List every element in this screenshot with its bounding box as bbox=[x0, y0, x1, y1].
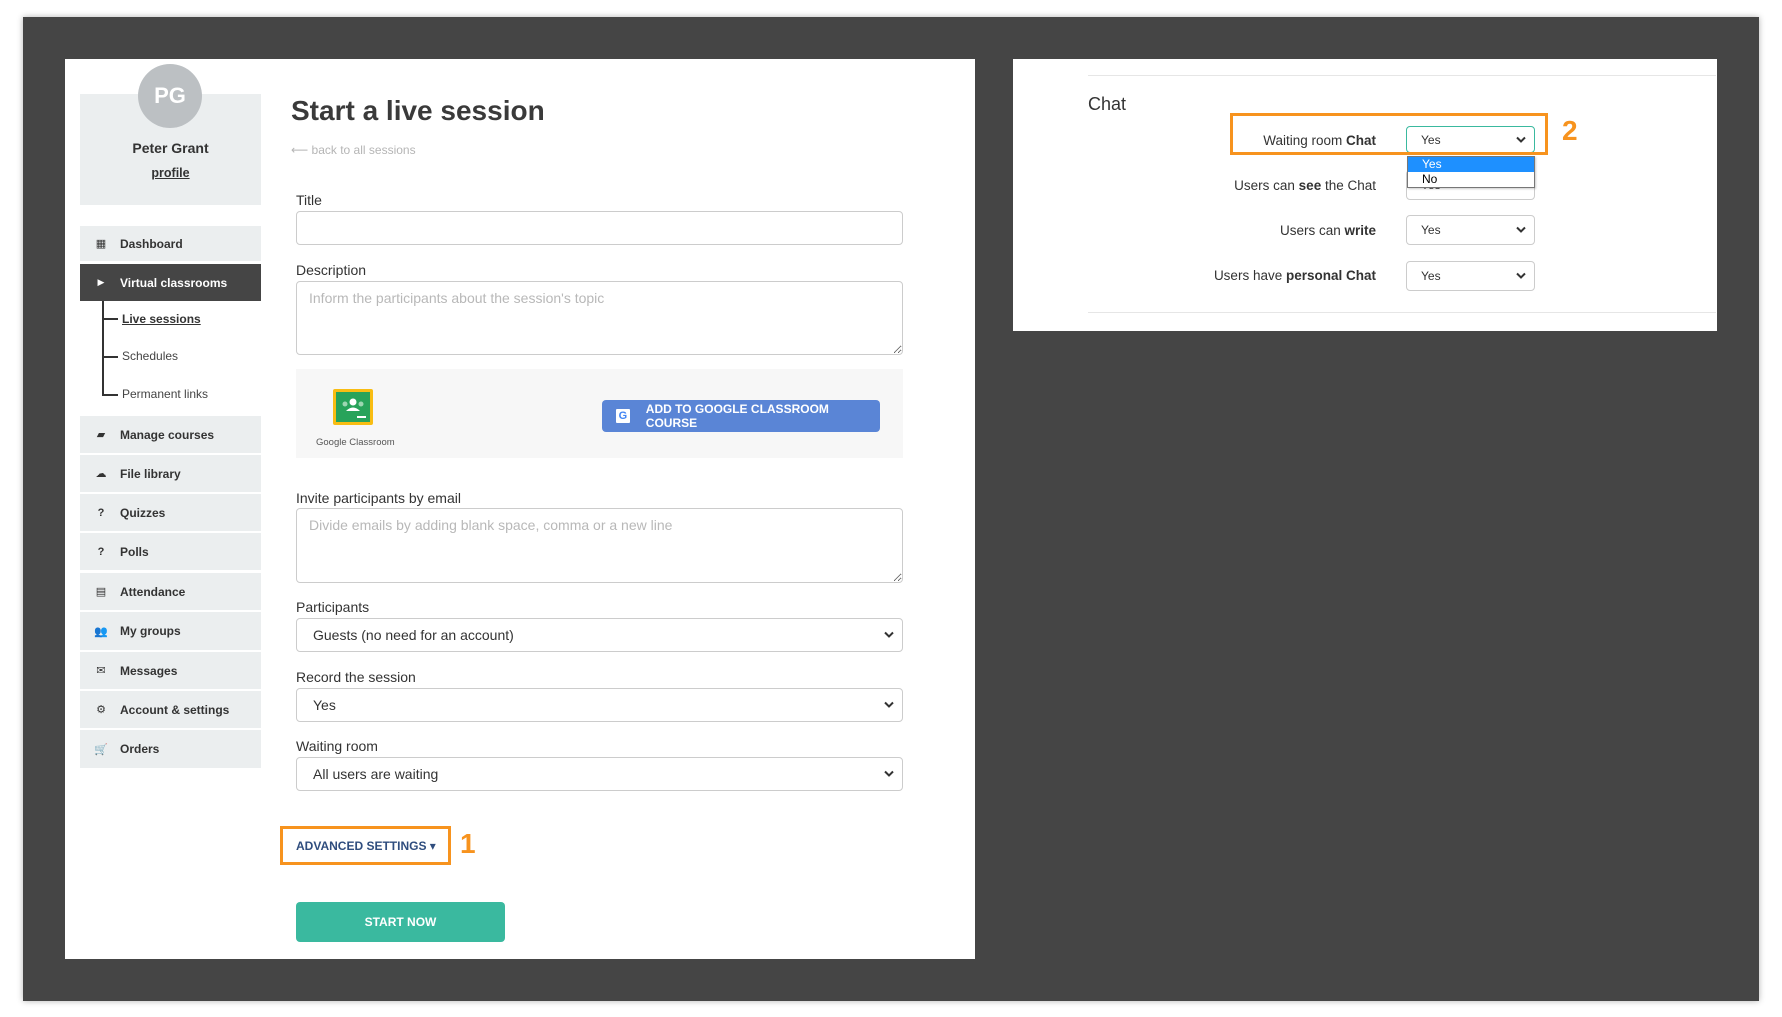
dropdown-option-no[interactable]: No bbox=[1408, 172, 1534, 187]
waiting-room-select[interactable]: All users are waiting bbox=[296, 757, 903, 791]
sidebar-item-dashboard[interactable]: ▦ Dashboard bbox=[80, 226, 261, 261]
sidebar-item-file-library[interactable]: ☁ File library bbox=[80, 455, 261, 492]
back-to-sessions-link[interactable]: ⟵ back to all sessions bbox=[291, 143, 416, 157]
google-classroom-box: Google Classroom G ADD TO GOOGLE CLASSRO… bbox=[296, 369, 903, 458]
sidebar-item-label: Messages bbox=[120, 663, 178, 678]
sidebar-item-label: Dashboard bbox=[120, 236, 183, 251]
divider bbox=[1088, 312, 1716, 313]
add-to-google-classroom-button[interactable]: G ADD TO GOOGLE CLASSROOM COURSE bbox=[602, 400, 880, 432]
waiting-room-chat-dropdown: Yes No bbox=[1407, 156, 1535, 188]
title-input[interactable] bbox=[296, 211, 903, 245]
sidebar-item-label: Orders bbox=[120, 742, 160, 756]
tree-branch bbox=[102, 356, 118, 358]
record-session-select[interactable]: Yes bbox=[296, 688, 903, 722]
user-name: Peter Grant bbox=[132, 140, 209, 156]
chat-section-heading: Chat bbox=[1088, 94, 1127, 114]
select-value: Yes bbox=[1421, 223, 1441, 237]
google-classroom-logo-icon bbox=[333, 389, 373, 425]
sidebar-item-polls[interactable]: ? Polls bbox=[80, 533, 261, 570]
sidebar-item-label: Polls bbox=[120, 544, 149, 559]
add-to-google-classroom-label: ADD TO GOOGLE CLASSROOM COURSE bbox=[645, 402, 829, 430]
tree-branch bbox=[102, 318, 118, 320]
personal-chat-select[interactable]: Yes bbox=[1406, 261, 1535, 291]
record-value: Yes bbox=[313, 697, 336, 713]
tree-line bbox=[102, 301, 104, 396]
record-label: Record the session bbox=[296, 669, 416, 685]
question-circle-icon: ? bbox=[97, 506, 105, 519]
start-now-button[interactable]: START NOW bbox=[296, 902, 505, 942]
tree-branch bbox=[102, 394, 118, 396]
sidebar-item-virtual-classrooms[interactable]: ▶ Virtual classrooms bbox=[80, 264, 261, 301]
sidebar-item-messages[interactable]: ✉ Messages bbox=[80, 652, 261, 689]
invite-emails-textarea[interactable] bbox=[296, 508, 903, 583]
divider bbox=[1088, 75, 1716, 76]
sidebar-item-attendance[interactable]: ▤ Attendance bbox=[80, 573, 261, 610]
google-classroom-label: Google Classroom bbox=[316, 437, 395, 448]
chevron-down-icon bbox=[1516, 226, 1526, 234]
participants-select[interactable]: Guests (no need for an account) bbox=[296, 618, 903, 652]
participants-value: Guests (no need for an account) bbox=[313, 627, 514, 643]
gear-icon: ⚙ bbox=[96, 704, 106, 716]
page-title: Start a live session bbox=[291, 95, 545, 126]
profile-link[interactable]: profile bbox=[80, 166, 261, 180]
dashboard-grid-icon: ▦ bbox=[95, 238, 107, 250]
envelope-icon: ✉ bbox=[96, 665, 106, 677]
sidebar-item-manage-courses[interactable]: ▰ Manage courses bbox=[80, 416, 261, 453]
sidebar-item-label: Manage courses bbox=[120, 427, 215, 442]
description-textarea[interactable] bbox=[296, 281, 903, 355]
sidebar-subitem-live-sessions[interactable]: Live sessions bbox=[122, 312, 201, 326]
annotation-number-1: 1 bbox=[460, 828, 476, 859]
sidebar-item-label: File library bbox=[120, 466, 181, 481]
cart-icon: 🛒 bbox=[94, 743, 108, 756]
sidebar-item-label: My groups bbox=[120, 624, 181, 638]
annotation-box-2 bbox=[1230, 113, 1548, 155]
chevron-down-icon bbox=[884, 701, 894, 709]
participants-label: Participants bbox=[296, 599, 370, 615]
users-write-select[interactable]: Yes bbox=[1406, 215, 1535, 245]
annotation-number-2: 2 bbox=[1562, 115, 1578, 146]
sidebar-item-orders[interactable]: 🛒 Orders bbox=[80, 730, 261, 768]
sidebar-subitem-schedules[interactable]: Schedules bbox=[122, 349, 178, 363]
chevron-down-icon bbox=[884, 770, 894, 778]
invite-label: Invite participants by email bbox=[296, 490, 461, 506]
users-see-chat-label: Users can see the Chat bbox=[1234, 178, 1376, 193]
sidebar-subitem-permanent-links[interactable]: Permanent links bbox=[122, 387, 208, 401]
title-label: Title bbox=[296, 192, 322, 208]
users-icon: 👥 bbox=[94, 625, 108, 638]
sidebar-item-label: Virtual classrooms bbox=[120, 275, 228, 290]
play-circle-icon: ▶ bbox=[97, 277, 105, 287]
google-g-icon: G bbox=[616, 409, 630, 423]
chevron-down-icon bbox=[1516, 272, 1526, 280]
book-icon: ▰ bbox=[96, 429, 106, 441]
sidebar-item-my-groups[interactable]: 👥 My groups bbox=[80, 612, 261, 650]
advanced-settings-toggle[interactable]: ADVANCED SETTINGS ▾ bbox=[296, 839, 436, 853]
waiting-room-label: Waiting room bbox=[296, 738, 378, 754]
users-write-label: Users can write bbox=[1279, 223, 1376, 238]
chevron-down-icon bbox=[884, 631, 894, 639]
dropdown-option-yes[interactable]: Yes bbox=[1408, 157, 1534, 172]
sidebar-item-label: Account & settings bbox=[120, 702, 230, 717]
avatar: PG bbox=[138, 64, 202, 128]
personal-chat-label: Users have personal Chat bbox=[1213, 268, 1376, 283]
document-icon: ▤ bbox=[95, 586, 107, 598]
question-circle-icon: ? bbox=[97, 545, 105, 558]
description-label: Description bbox=[296, 262, 367, 278]
sidebar-item-label: Quizzes bbox=[120, 505, 166, 520]
cloud-upload-icon: ☁ bbox=[95, 468, 107, 480]
sidebar-item-quizzes[interactable]: ? Quizzes bbox=[80, 494, 261, 531]
waiting-room-value: All users are waiting bbox=[313, 766, 439, 782]
sidebar-item-label: Attendance bbox=[120, 584, 186, 599]
select-value: Yes bbox=[1421, 269, 1441, 283]
sidebar-item-account-settings[interactable]: ⚙ Account & settings bbox=[80, 691, 261, 728]
